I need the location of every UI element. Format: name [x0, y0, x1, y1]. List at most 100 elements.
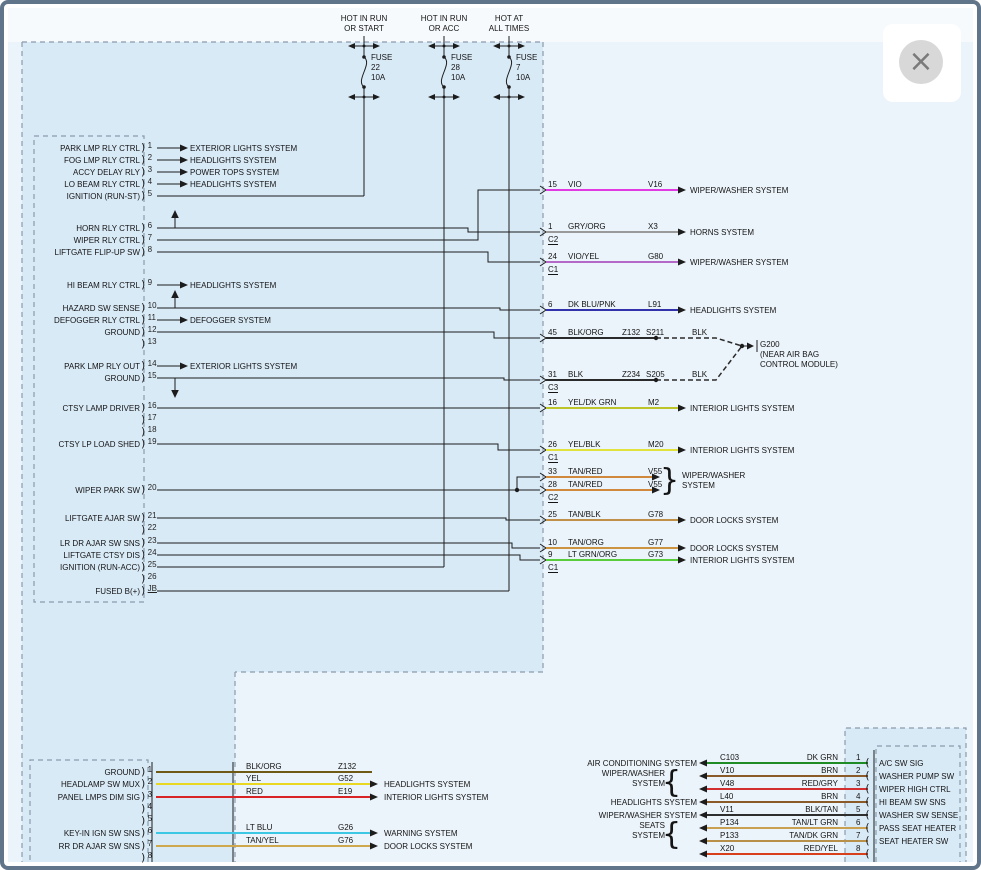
wire-circuit: M2	[648, 398, 659, 407]
wire-pin: 8	[856, 844, 860, 853]
fuse-label: FUSE	[371, 53, 392, 62]
wire-circuit: G76	[338, 836, 353, 845]
fuse-terminal-dot	[362, 55, 366, 59]
splice-id: S205	[646, 370, 665, 379]
wire-circuit: E19	[338, 787, 352, 796]
wire-circuit: G78	[648, 510, 663, 519]
wire-circuit: V16	[648, 180, 662, 189]
close-button[interactable]: ×	[899, 40, 943, 84]
system-target: SYSTEM	[682, 481, 715, 490]
wire-color: YEL/DK GRN	[568, 398, 616, 407]
pin-bracket: 6	[140, 826, 151, 839]
pin-bracket	[864, 782, 871, 795]
pin-bracket	[864, 756, 871, 769]
system-target: HEADLIGHTS SYSTEM	[611, 798, 697, 807]
wire-color: BLK/TAN	[805, 805, 838, 814]
wire-circuit: G77	[648, 538, 663, 547]
system-target: DOOR LOCKS SYSTEM	[690, 544, 778, 553]
system-target: HEADLIGHTS SYSTEM	[690, 306, 776, 315]
wire-pin: 1	[856, 753, 860, 762]
wire-pin: 25	[548, 510, 557, 519]
wire-color: VIO	[568, 180, 582, 189]
wire-color: VIO/YEL	[568, 252, 599, 261]
pin-label: IGNITION (RUN-ACC)	[60, 563, 140, 572]
fuse-terminal-dot	[442, 85, 446, 89]
pin-label: FUSED B(+)	[95, 587, 140, 596]
wire-circuit: P134	[720, 818, 739, 827]
wire-color: BRN	[821, 766, 838, 775]
system-target: INTERIOR LIGHTS SYSTEM	[690, 556, 794, 565]
wire-circuit: P133	[720, 831, 739, 840]
pin-label: LIFTGATE FLIP-UP SW	[55, 248, 141, 257]
pin-label: WASHER PUMP SW	[879, 772, 954, 781]
pin-label: RR DR AJAR SW SNS	[59, 842, 140, 851]
system-target: INTERIOR LIGHTS SYSTEM	[384, 793, 488, 802]
fuse-number: 22	[371, 63, 380, 72]
pin-label: GROUND	[104, 374, 140, 383]
pin-label: HAZARD SW SENSE	[63, 304, 140, 313]
pin-label: A/C SW SIG	[879, 759, 923, 768]
pin-label: GROUND	[104, 768, 140, 777]
system-target: SYSTEM	[632, 831, 665, 840]
system-target: INTERIOR LIGHTS SYSTEM	[690, 404, 794, 413]
pin-label: HI BEAM RLY CTRL	[67, 281, 140, 290]
wire-color: BLK/ORG	[246, 762, 282, 771]
pin-bracket: 5	[140, 189, 151, 202]
wire-circuit: V10	[720, 766, 734, 775]
system-target: HORNS SYSTEM	[690, 228, 754, 237]
bus-dot	[508, 45, 511, 48]
system-target: WIPER/WASHER SYSTEM	[599, 811, 697, 820]
system-target: WARNING SYSTEM	[384, 829, 457, 838]
wire-circuit: Z234	[622, 370, 640, 379]
pin-bracket: 19	[140, 437, 156, 450]
pin-label: KEY-IN IGN SW SNS	[64, 829, 140, 838]
pin-label: IGNITION (RUN-ST)	[67, 192, 140, 201]
wire-color: BLK	[568, 370, 583, 379]
close-icon: ×	[908, 44, 933, 79]
pin-label: LIFTGATE AJAR SW	[65, 514, 140, 523]
system-target: EXTERIOR LIGHTS SYSTEM	[190, 144, 297, 153]
connector-id: C1	[548, 453, 558, 463]
wire-color: RED	[246, 787, 263, 796]
pin-label: LIFTGATE CTSY DIS	[63, 551, 140, 560]
wire-color: YEL/BLK	[568, 440, 600, 449]
pin-label: PANEL LMPS DIM SIG	[58, 793, 140, 802]
splice-wire-color: BLK	[692, 370, 707, 379]
pin-bracket	[864, 769, 871, 782]
system-target: SYSTEM	[632, 779, 665, 788]
wire-circuit: G26	[338, 823, 353, 832]
bus-dot	[363, 45, 366, 48]
pin-label: LR DR AJAR SW SNS	[60, 539, 140, 548]
pin-bracket	[864, 795, 871, 808]
feed-label: HOT IN RUN	[341, 14, 388, 23]
feed-label: ALL TIMES	[489, 24, 529, 33]
wire-color: RED/YEL	[804, 844, 838, 853]
system-target: WIPER/WASHER	[602, 769, 665, 778]
fuse-terminal-dot	[507, 85, 511, 89]
fuse-number: 28	[451, 63, 460, 72]
pin-label: HI BEAM SW SNS	[879, 798, 946, 807]
pin-bracket: 8	[140, 245, 151, 258]
feed-label: HOT IN RUN	[421, 14, 468, 23]
pin-bracket	[864, 821, 871, 834]
system-target: DEFOGGER SYSTEM	[190, 316, 271, 325]
fuse-label: FUSE	[516, 53, 537, 62]
splice-id: S211	[646, 328, 664, 337]
fuse-terminal-dot	[362, 85, 366, 89]
pin-label: WASHER SW SENSE	[879, 811, 958, 820]
fuse-rating: 10A	[516, 73, 530, 82]
connector-id: C1	[548, 563, 558, 573]
brace: }	[660, 466, 679, 496]
wire-circuit: L91	[648, 300, 661, 309]
wire-pin: 10	[548, 538, 557, 547]
pin-label: CTSY LP LOAD SHED	[58, 440, 140, 449]
wire-color: YEL	[246, 774, 261, 783]
system-target: HEADLIGHTS SYSTEM	[384, 780, 470, 789]
wire-pin: 4	[856, 792, 860, 801]
wire-color: GRY/ORG	[568, 222, 606, 231]
system-target: HEADLIGHTS SYSTEM	[190, 281, 276, 290]
wire-color: BRN	[821, 792, 838, 801]
pin-bracket: 15	[140, 371, 156, 384]
wire-circuit: C103	[720, 753, 739, 762]
connector-id: C3	[548, 383, 558, 393]
